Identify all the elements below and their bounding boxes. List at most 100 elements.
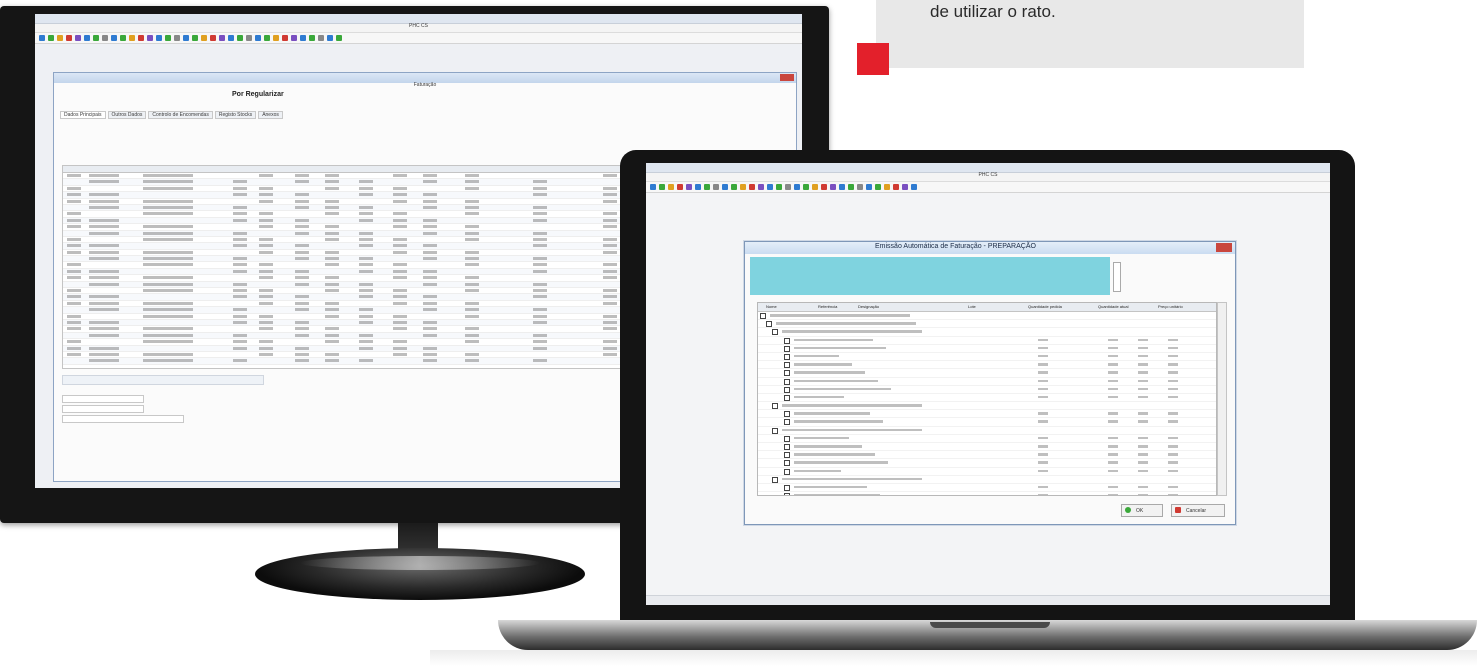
toolbar-icon[interactable] bbox=[129, 35, 135, 41]
toolbar-icon[interactable] bbox=[785, 184, 791, 190]
toolbar-icon[interactable] bbox=[848, 184, 854, 190]
toolbar-icon[interactable] bbox=[48, 35, 54, 41]
tree-row[interactable] bbox=[758, 492, 1216, 495]
tree-row[interactable] bbox=[758, 468, 1216, 476]
field-2[interactable] bbox=[62, 405, 144, 413]
close-icon[interactable] bbox=[1216, 243, 1232, 252]
tab[interactable]: Controlo de Encomendas bbox=[148, 111, 213, 119]
toolbar-icon[interactable] bbox=[264, 35, 270, 41]
tree-row[interactable] bbox=[758, 369, 1216, 378]
column-header[interactable]: Referência bbox=[818, 304, 837, 309]
toolbar-icon[interactable] bbox=[327, 35, 333, 41]
toolbar-icon[interactable] bbox=[686, 184, 692, 190]
tree-row[interactable] bbox=[758, 459, 1216, 468]
tree-row[interactable] bbox=[758, 427, 1216, 435]
tree-row[interactable] bbox=[758, 402, 1216, 411]
checkbox[interactable] bbox=[784, 353, 790, 360]
tab[interactable]: Dados Principais bbox=[60, 111, 106, 119]
toolbar-icon[interactable] bbox=[767, 184, 773, 190]
toolbar-icon[interactable] bbox=[57, 35, 63, 41]
checkbox[interactable] bbox=[784, 435, 790, 442]
toolbar-icon[interactable] bbox=[668, 184, 674, 190]
column-header[interactable]: Nome bbox=[766, 304, 777, 309]
toolbar-icon[interactable] bbox=[911, 184, 917, 190]
checkbox[interactable] bbox=[772, 476, 778, 483]
toolbar-icon[interactable] bbox=[695, 184, 701, 190]
column-header[interactable]: Quantidade pedida bbox=[1028, 304, 1062, 309]
toolbar-icon[interactable] bbox=[336, 35, 342, 41]
column-header[interactable]: Designação bbox=[858, 304, 879, 309]
toolbar-icon[interactable] bbox=[650, 184, 656, 190]
toolbar-icon[interactable] bbox=[821, 184, 827, 190]
toolbar-icon[interactable] bbox=[830, 184, 836, 190]
tree-scrollbar[interactable] bbox=[1217, 302, 1227, 496]
toolbar-icon[interactable] bbox=[731, 184, 737, 190]
checkbox[interactable] bbox=[784, 337, 790, 344]
toolbar-icon[interactable] bbox=[758, 184, 764, 190]
toolbar-icon[interactable] bbox=[237, 35, 243, 41]
toolbar-icon[interactable] bbox=[884, 184, 890, 190]
toolbar-icon[interactable] bbox=[255, 35, 261, 41]
toolbar-icon[interactable] bbox=[66, 35, 72, 41]
field-3[interactable] bbox=[62, 415, 184, 423]
checkbox[interactable] bbox=[784, 460, 790, 467]
toolbar-icon[interactable] bbox=[102, 35, 108, 41]
checkbox[interactable] bbox=[784, 394, 790, 401]
tab[interactable]: Outros Dados bbox=[107, 111, 147, 119]
checkbox[interactable] bbox=[784, 493, 790, 495]
tab[interactable]: Anexos bbox=[258, 111, 283, 119]
tree-row[interactable] bbox=[758, 476, 1216, 484]
toolbar-icon[interactable] bbox=[228, 35, 234, 41]
checkbox[interactable] bbox=[784, 419, 790, 426]
toolbar-icon[interactable] bbox=[875, 184, 881, 190]
toolbar-icon[interactable] bbox=[75, 35, 81, 41]
toolbar-icon[interactable] bbox=[749, 184, 755, 190]
documents-tree[interactable]: Nome Referência Designação Lote Quantidade p… bbox=[757, 302, 1217, 496]
tree-row[interactable] bbox=[758, 361, 1216, 370]
column-header[interactable]: Preço unitário bbox=[1158, 304, 1183, 309]
tab[interactable]: Registo Stocks bbox=[214, 111, 257, 119]
tree-row[interactable] bbox=[758, 443, 1216, 452]
column-header[interactable]: Lote bbox=[968, 304, 976, 309]
checkbox[interactable] bbox=[784, 444, 790, 450]
toolbar-icon[interactable] bbox=[857, 184, 863, 190]
toolbar-icon[interactable] bbox=[39, 35, 45, 41]
toolbar-icon[interactable] bbox=[219, 35, 225, 41]
toolbar-icon[interactable] bbox=[192, 35, 198, 41]
toolbar-icon[interactable] bbox=[722, 184, 728, 190]
toolbar-icon[interactable] bbox=[794, 184, 800, 190]
toolbar-icon[interactable] bbox=[291, 35, 297, 41]
toolbar-icon[interactable] bbox=[201, 35, 207, 41]
checkbox[interactable] bbox=[784, 484, 790, 491]
checkbox[interactable] bbox=[784, 370, 790, 377]
tree-row[interactable] bbox=[758, 312, 1216, 321]
toolbar-icon[interactable] bbox=[246, 35, 252, 41]
close-icon[interactable] bbox=[780, 74, 794, 81]
checkbox[interactable] bbox=[772, 403, 778, 410]
toolbar-icon[interactable] bbox=[902, 184, 908, 190]
toolbar-icon[interactable] bbox=[893, 184, 899, 190]
toolbar-icon[interactable] bbox=[839, 184, 845, 190]
tree-row[interactable] bbox=[758, 345, 1216, 353]
toolbar-icon[interactable] bbox=[84, 35, 90, 41]
tree-row[interactable] bbox=[758, 353, 1216, 362]
toolbar-icon[interactable] bbox=[740, 184, 746, 190]
tree-row[interactable] bbox=[758, 451, 1216, 460]
info-scrollbar[interactable] bbox=[1113, 262, 1121, 292]
toolbar-icon[interactable] bbox=[309, 35, 315, 41]
tree-row[interactable] bbox=[758, 418, 1216, 427]
toolbar-icon[interactable] bbox=[318, 35, 324, 41]
checkbox[interactable] bbox=[784, 378, 790, 385]
checkbox[interactable] bbox=[772, 329, 778, 336]
toolbar-icon[interactable] bbox=[165, 35, 171, 41]
field-1[interactable] bbox=[62, 395, 144, 403]
tree-row[interactable] bbox=[758, 337, 1216, 345]
toolbar-icon[interactable] bbox=[866, 184, 872, 190]
checkbox[interactable] bbox=[784, 362, 790, 369]
toolbar-icon[interactable] bbox=[300, 35, 306, 41]
toolbar-icon[interactable] bbox=[704, 184, 710, 190]
tree-row[interactable] bbox=[758, 484, 1216, 493]
toolbar-icon[interactable] bbox=[273, 35, 279, 41]
grid-toolbar[interactable] bbox=[62, 375, 264, 385]
toolbar-icon[interactable] bbox=[659, 184, 665, 190]
